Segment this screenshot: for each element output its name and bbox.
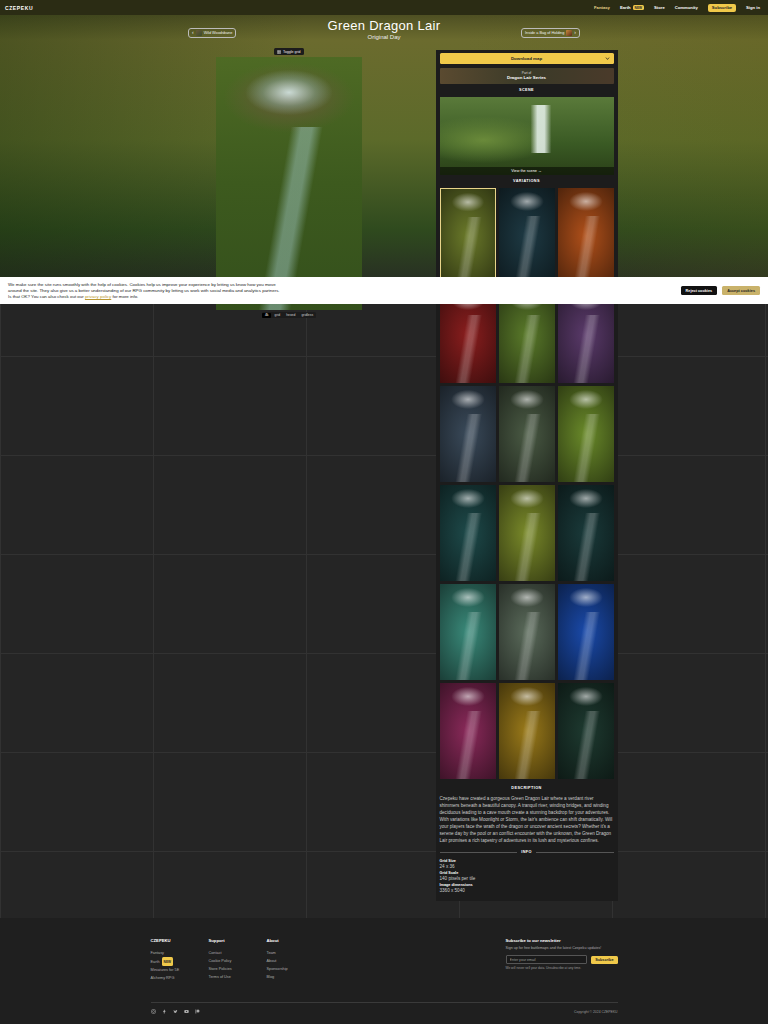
variation-thumbnail[interactable] (558, 485, 614, 581)
map-thumbnail (566, 30, 572, 36)
variation-thumbnail[interactable] (440, 485, 496, 581)
cookie-banner: We make sure the site runs smoothly with… (0, 277, 768, 304)
privacy-policy-link[interactable]: privacy policy (85, 294, 111, 299)
map-options: 4kgridhexedgridless (262, 312, 316, 318)
map-option[interactable]: grid (272, 313, 283, 318)
info-item: Grid Scale 140 pixels per tile (440, 871, 614, 882)
map-option[interactable]: gridless (299, 313, 316, 318)
content: Toggle grid 4kgridhexedgridless Download… (151, 48, 618, 901)
footer-link[interactable]: Store Policies (209, 965, 267, 973)
variation-thumbnail[interactable] (558, 683, 614, 779)
title-block: Green Dragon Lair Original Day (328, 18, 441, 41)
view-scene-link[interactable]: View the scene → (440, 167, 614, 175)
footer-link[interactable]: Sponsorship (267, 965, 325, 973)
footer-link[interactable]: Terms of Use (209, 973, 267, 981)
cookie-text: We make sure the site runs smoothly with… (8, 282, 283, 300)
footer-column: Support ContactCookie PolicyStore Polici… (209, 938, 267, 982)
description-heading: DESCRIPTION (440, 785, 614, 791)
toggle-grid-button[interactable]: Toggle grid (274, 48, 303, 55)
side-panel: Download map Part of Dragon Lair Series … (436, 50, 618, 901)
info-heading: INFO (440, 849, 614, 855)
variation-thumbnail[interactable] (499, 584, 555, 680)
nav-item[interactable]: EarthNEW (620, 5, 644, 10)
new-badge: NEW (633, 5, 644, 10)
subscribe-button[interactable]: Subscribe (708, 4, 736, 12)
map-image[interactable] (216, 57, 362, 310)
footer-link[interactable]: Alchemy RPG (151, 974, 209, 982)
variation-thumbnail[interactable] (440, 386, 496, 482)
map-option[interactable]: hexed (284, 313, 298, 318)
top-bar: CZEPEKU Fantasy EarthNEW Store Community Su… (0, 0, 768, 15)
previous-map-button[interactable]: ‹ Wild Woodsbane (188, 28, 236, 38)
footer-link[interactable]: EarthNEW (151, 957, 209, 966)
map-subtitle: Original Day (328, 33, 441, 41)
description: Czepeku have created a gorgeous Green Dr… (440, 795, 614, 844)
footer-link[interactable]: Blog (267, 973, 325, 981)
page: CZEPEKU FantasyEarthNEWStoreCommunity Su… (0, 0, 768, 1024)
series-card[interactable]: Part of Dragon Lair Series (440, 68, 614, 84)
footer: CZEPEKU FantasyEarthNEWMiniatures for 5E… (0, 918, 768, 1024)
info-item: Grid Size 24 x 36 (440, 859, 614, 870)
variation-thumbnail[interactable] (558, 188, 614, 284)
youtube-icon[interactable] (184, 1009, 189, 1014)
map-thumbnail (196, 30, 202, 36)
variation-thumbnail[interactable] (499, 683, 555, 779)
footer-link[interactable]: Cookie Policy (209, 957, 267, 965)
reject-cookies-button[interactable]: Reject cookies (681, 286, 718, 295)
footer-link[interactable]: About (267, 957, 325, 965)
arrow-left-icon: ‹ (192, 30, 194, 35)
footer-column: CZEPEKU FantasyEarthNEWMiniatures for 5E… (151, 938, 209, 982)
new-badge: NEW (162, 957, 173, 966)
footer-bottom: Copyright © 2024 CZEPEKU (151, 1002, 618, 1014)
newsletter: Subscribe to our newsletter Sign up for … (506, 938, 618, 982)
download-button[interactable]: Download map (440, 53, 614, 64)
accept-cookies-button[interactable]: Accept cookies (722, 286, 760, 295)
info-list: Grid Size 24 x 36Grid Scale 140 pixels p… (440, 859, 614, 894)
footer-link[interactable]: Contact (209, 949, 267, 957)
email-input[interactable] (506, 955, 588, 964)
footer-link[interactable]: Miniatures for 5E (151, 966, 209, 974)
variation-thumbnail[interactable] (558, 386, 614, 482)
nav-item[interactable]: Store (654, 5, 665, 10)
variation-thumbnail[interactable] (440, 683, 496, 779)
variation-thumbnail[interactable] (440, 188, 496, 284)
main-nav: FantasyEarthNEWStoreCommunity Subscribe … (594, 4, 760, 12)
next-map-button[interactable]: Inside a Bag of Holding › (521, 28, 580, 38)
patreon-icon[interactable] (195, 1009, 200, 1014)
sign-in-link[interactable]: Sign in (746, 5, 760, 10)
facebook-icon[interactable] (162, 1009, 167, 1014)
instagram-icon[interactable] (151, 1009, 156, 1014)
variation-thumbnail[interactable] (440, 584, 496, 680)
chevron-down-icon (605, 56, 610, 61)
copyright: Copyright © 2024 CZEPEKU (574, 1010, 617, 1014)
nav-item[interactable]: Fantasy (594, 5, 610, 10)
footer-link[interactable]: Team (267, 949, 325, 957)
map-title: Green Dragon Lair (328, 18, 441, 33)
scene-image[interactable]: View the scene → (440, 97, 614, 175)
newsletter-subscribe-button[interactable]: Subscribe (591, 956, 617, 964)
info-item: Image dimensions 3360 x 5040 (440, 883, 614, 894)
map-option[interactable]: 4k (262, 313, 271, 318)
variation-thumbnail[interactable] (499, 188, 555, 284)
title-row: ‹ Wild Woodsbane Green Dragon Lair Origi… (188, 15, 580, 48)
twitter-icon[interactable] (173, 1009, 178, 1014)
scene-heading: SCENE (440, 87, 614, 93)
variation-thumbnail[interactable] (499, 386, 555, 482)
variations-heading: VARIATIONS (440, 178, 614, 184)
footer-link[interactable]: Fantasy (151, 949, 209, 957)
nav-item[interactable]: Community (675, 5, 698, 10)
logo[interactable]: CZEPEKU (5, 5, 33, 11)
footer-column: About TeamAboutSponsorshipBlog (267, 938, 325, 982)
arrow-right-icon: › (574, 30, 576, 35)
variation-thumbnail[interactable] (558, 584, 614, 680)
grid-icon (277, 50, 281, 54)
variation-thumbnail[interactable] (499, 485, 555, 581)
